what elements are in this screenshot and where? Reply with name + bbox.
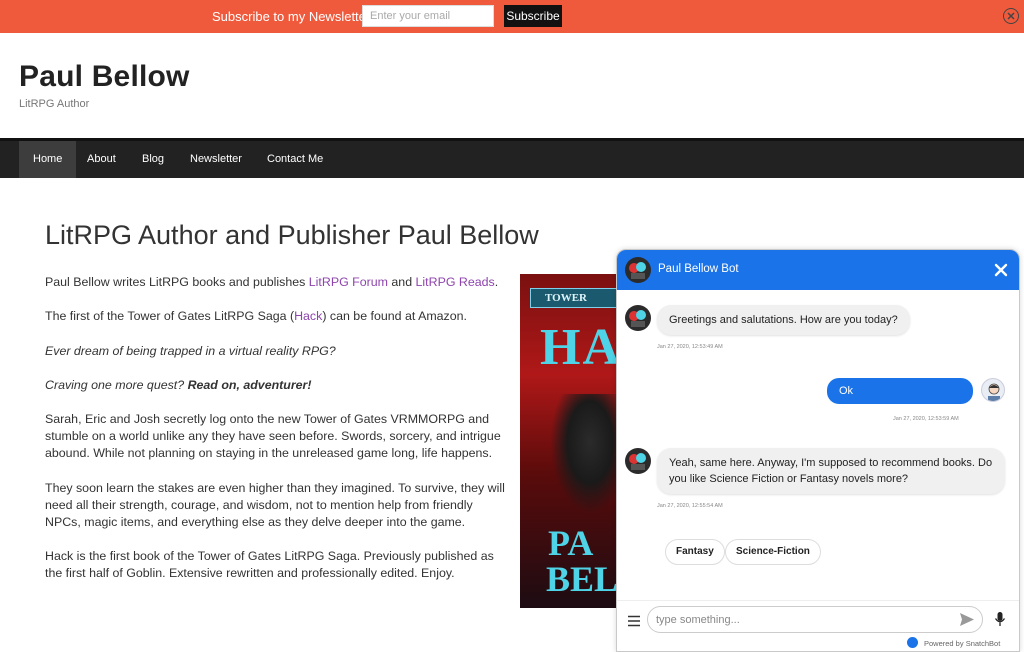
send-icon[interactable] [959, 612, 975, 627]
synopsis-paragraph-3: Hack is the first book of the Tower of G… [45, 549, 494, 580]
cover-author-line-2: BEL [546, 559, 619, 599]
snatchbot-logo-icon [907, 637, 918, 648]
quick-reply-science-fiction[interactable]: Science-Fiction [725, 539, 821, 565]
cover-series-banner: TOWER [530, 288, 628, 308]
litrpg-forum-link[interactable]: LitRPG Forum [309, 275, 388, 289]
bot-message: Greetings and salutations. How are you t… [657, 305, 910, 335]
litrpg-reads-link[interactable]: LitRPG Reads [416, 275, 495, 289]
dream-paragraph: Ever dream of being trapped in a virtual… [45, 344, 336, 358]
bot-avatar [625, 448, 651, 474]
site-tagline: LitRPG Author [19, 98, 90, 110]
chat-input-area: Powered by SnatchBot [617, 600, 1019, 651]
user-message: Ok [827, 378, 973, 404]
message-timestamp: Jan 27, 2020, 12:55:54 AM [657, 503, 723, 509]
close-icon[interactable] [1003, 8, 1019, 24]
nav-item-about[interactable]: About [73, 141, 130, 178]
nav-item-newsletter[interactable]: Newsletter [176, 141, 256, 178]
nav-item-contact[interactable]: Contact Me [253, 141, 337, 178]
quest-paragraph: Craving one more quest? Read on, adventu… [45, 378, 312, 392]
newsletter-bar: Subscribe to my Newsletter Subscribe [0, 0, 1024, 33]
cover-title: HA [540, 319, 622, 376]
chatbot-title: Paul Bellow Bot [658, 263, 739, 275]
chatbot-widget: Paul Bellow Bot Greetings and salutation… [616, 249, 1020, 652]
nav-item-home[interactable]: Home [19, 141, 77, 178]
synopsis-paragraph-1: Sarah, Eric and Josh secretly log onto t… [45, 412, 501, 460]
hack-link[interactable]: Hack [294, 309, 322, 323]
nav-item-blog[interactable]: Blog [128, 141, 178, 178]
synopsis-paragraph-2: They soon learn the stakes are even high… [45, 481, 505, 529]
bot-avatar [625, 305, 651, 331]
microphone-icon[interactable] [994, 611, 1006, 627]
close-icon[interactable] [993, 262, 1009, 278]
message-timestamp: Jan 27, 2020, 12:53:59 AM [893, 416, 959, 422]
intro-paragraph: Paul Bellow writes LitRPG books and publ… [45, 275, 499, 289]
chat-message-input[interactable] [647, 606, 983, 633]
user-avatar [981, 378, 1005, 402]
book-cover-image[interactable]: TOWER HA PA BEL [520, 274, 628, 608]
page-title: LitRPG Author and Publisher Paul Bellow [45, 220, 539, 250]
chatbot-header: Paul Bellow Bot [617, 250, 1019, 290]
message-timestamp: Jan 27, 2020, 12:53:49 AM [657, 344, 723, 350]
powered-by-text: Powered by SnatchBot [924, 639, 1001, 648]
subscribe-button[interactable]: Subscribe [504, 5, 562, 27]
saga-paragraph: The first of the Tower of Gates LitRPG S… [45, 309, 467, 323]
newsletter-text: Subscribe to my Newsletter [212, 9, 371, 24]
newsletter-email-input[interactable] [362, 5, 494, 27]
bot-message: Yeah, same here. Anyway, I'm supposed to… [657, 448, 1005, 494]
menu-icon[interactable] [627, 614, 641, 627]
bot-avatar [625, 257, 651, 283]
main-nav: Home About Blog Newsletter Contact Me [0, 138, 1024, 178]
quick-reply-fantasy[interactable]: Fantasy [665, 539, 725, 565]
site-title[interactable]: Paul Bellow [19, 60, 190, 94]
